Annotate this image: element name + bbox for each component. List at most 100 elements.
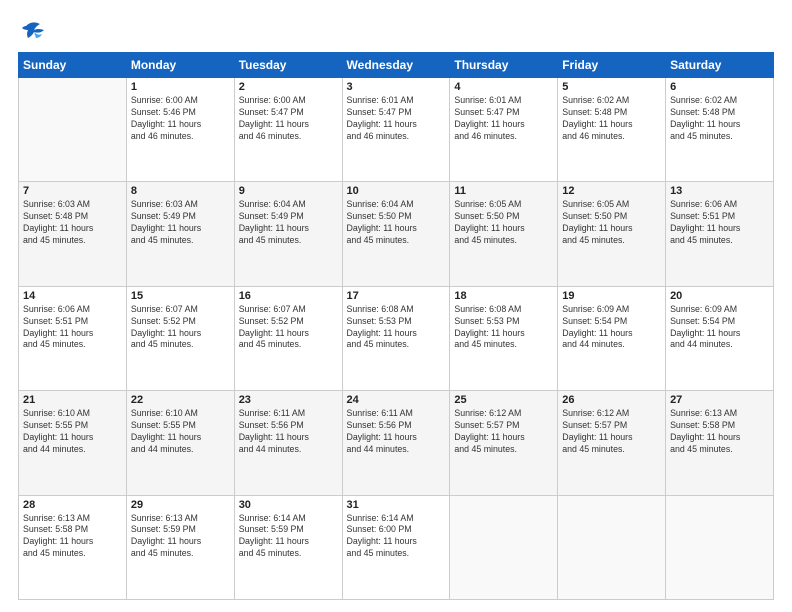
day-number: 16 (239, 290, 338, 302)
day-number: 28 (23, 499, 122, 511)
day-number: 30 (239, 499, 338, 511)
day-number: 20 (670, 290, 769, 302)
day-info: Sunrise: 6:08 AMSunset: 5:53 PMDaylight:… (454, 304, 553, 352)
calendar-cell: 29Sunrise: 6:13 AMSunset: 5:59 PMDayligh… (126, 495, 234, 599)
logo (18, 18, 52, 42)
day-number: 24 (347, 394, 446, 406)
day-info: Sunrise: 6:11 AMSunset: 5:56 PMDaylight:… (239, 408, 338, 456)
day-info: Sunrise: 6:05 AMSunset: 5:50 PMDaylight:… (454, 199, 553, 247)
calendar-cell: 1 Sunrise: 6:00 AMSunset: 5:46 PMDaylight… (126, 78, 234, 182)
day-number: 15 (131, 290, 230, 302)
header-day-saturday: Saturday (666, 53, 774, 78)
day-number: 27 (670, 394, 769, 406)
calendar-cell: 14 Sunrise: 6:06 AMSunset: 5:51 PMDayligh… (19, 286, 127, 390)
day-number: 5 (562, 81, 661, 93)
calendar-cell: 17 Sunrise: 6:08 AMSunset: 5:53 PMDayligh… (342, 286, 450, 390)
header (18, 18, 774, 42)
calendar-cell: 19 Sunrise: 6:09 AMSunset: 5:54 PMDayligh… (558, 286, 666, 390)
header-day-thursday: Thursday (450, 53, 558, 78)
day-info: Sunrise: 6:10 AMSunset: 5:55 PMDaylight:… (23, 408, 122, 456)
calendar-cell: 20 Sunrise: 6:09 AMSunset: 5:54 PMDayligh… (666, 286, 774, 390)
day-info: Sunrise: 6:03 AMSunset: 5:48 PMDaylight:… (23, 199, 122, 247)
day-info: Sunrise: 6:02 AMSunset: 5:48 PMDaylight:… (562, 95, 661, 143)
day-number: 13 (670, 185, 769, 197)
day-number: 10 (347, 185, 446, 197)
header-day-tuesday: Tuesday (234, 53, 342, 78)
day-number: 7 (23, 185, 122, 197)
calendar-cell: 15 Sunrise: 6:07 AMSunset: 5:52 PMDayligh… (126, 286, 234, 390)
day-number: 26 (562, 394, 661, 406)
day-info: Sunrise: 6:09 AMSunset: 5:54 PMDaylight:… (562, 304, 661, 352)
day-info: Sunrise: 6:13 AMSunset: 5:59 PMDaylight:… (131, 513, 230, 561)
calendar-cell (450, 495, 558, 599)
day-info: Sunrise: 6:10 AMSunset: 5:55 PMDaylight:… (131, 408, 230, 456)
day-number: 4 (454, 81, 553, 93)
day-number: 17 (347, 290, 446, 302)
calendar-cell: 25Sunrise: 6:12 AMSunset: 5:57 PMDayligh… (450, 391, 558, 495)
day-number: 9 (239, 185, 338, 197)
calendar-cell: 3 Sunrise: 6:01 AMSunset: 5:47 PMDaylight… (342, 78, 450, 182)
day-number: 31 (347, 499, 446, 511)
calendar-week-1: 1 Sunrise: 6:00 AMSunset: 5:46 PMDaylight… (19, 78, 774, 182)
day-info: Sunrise: 6:00 AMSunset: 5:47 PMDaylight:… (239, 95, 338, 143)
calendar-cell (558, 495, 666, 599)
calendar-cell: 2Sunrise: 6:00 AMSunset: 5:47 PMDaylight… (234, 78, 342, 182)
calendar-cell (666, 495, 774, 599)
calendar-cell: 5 Sunrise: 6:02 AMSunset: 5:48 PMDaylight… (558, 78, 666, 182)
day-info: Sunrise: 6:07 AMSunset: 5:52 PMDaylight:… (131, 304, 230, 352)
calendar-cell: 11Sunrise: 6:05 AMSunset: 5:50 PMDayligh… (450, 182, 558, 286)
day-info: Sunrise: 6:04 AMSunset: 5:49 PMDaylight:… (239, 199, 338, 247)
day-number: 19 (562, 290, 661, 302)
calendar-cell: 18 Sunrise: 6:08 AMSunset: 5:53 PMDayligh… (450, 286, 558, 390)
day-number: 23 (239, 394, 338, 406)
calendar-week-4: 21 Sunrise: 6:10 AMSunset: 5:55 PMDayligh… (19, 391, 774, 495)
day-number: 18 (454, 290, 553, 302)
calendar-week-3: 14 Sunrise: 6:06 AMSunset: 5:51 PMDayligh… (19, 286, 774, 390)
day-info: Sunrise: 6:03 AMSunset: 5:49 PMDaylight:… (131, 199, 230, 247)
day-number: 12 (562, 185, 661, 197)
day-info: Sunrise: 6:13 AMSunset: 5:58 PMDaylight:… (670, 408, 769, 456)
day-info: Sunrise: 6:01 AMSunset: 5:47 PMDaylight:… (454, 95, 553, 143)
calendar-cell: 10 Sunrise: 6:04 AMSunset: 5:50 PMDayligh… (342, 182, 450, 286)
day-info: Sunrise: 6:14 AMSunset: 6:00 PMDaylight:… (347, 513, 446, 561)
day-info: Sunrise: 6:04 AMSunset: 5:50 PMDaylight:… (347, 199, 446, 247)
calendar-cell: 12 Sunrise: 6:05 AMSunset: 5:50 PMDayligh… (558, 182, 666, 286)
day-number: 3 (347, 81, 446, 93)
day-info: Sunrise: 6:06 AMSunset: 5:51 PMDaylight:… (23, 304, 122, 352)
calendar-table: SundayMondayTuesdayWednesdayThursdayFrid… (18, 52, 774, 600)
calendar-cell: 21 Sunrise: 6:10 AMSunset: 5:55 PMDayligh… (19, 391, 127, 495)
page: SundayMondayTuesdayWednesdayThursdayFrid… (0, 0, 792, 612)
header-day-friday: Friday (558, 53, 666, 78)
day-info: Sunrise: 6:09 AMSunset: 5:54 PMDaylight:… (670, 304, 769, 352)
calendar-cell (19, 78, 127, 182)
calendar-cell: 22Sunrise: 6:10 AMSunset: 5:55 PMDayligh… (126, 391, 234, 495)
calendar-cell: 28 Sunrise: 6:13 AMSunset: 5:58 PMDayligh… (19, 495, 127, 599)
day-info: Sunrise: 6:06 AMSunset: 5:51 PMDaylight:… (670, 199, 769, 247)
calendar-cell: 7 Sunrise: 6:03 AMSunset: 5:48 PMDaylight… (19, 182, 127, 286)
calendar-cell: 13 Sunrise: 6:06 AMSunset: 5:51 PMDayligh… (666, 182, 774, 286)
day-info: Sunrise: 6:08 AMSunset: 5:53 PMDaylight:… (347, 304, 446, 352)
calendar-cell: 31 Sunrise: 6:14 AMSunset: 6:00 PMDayligh… (342, 495, 450, 599)
calendar-cell: 9 Sunrise: 6:04 AMSunset: 5:49 PMDaylight… (234, 182, 342, 286)
day-info: Sunrise: 6:13 AMSunset: 5:58 PMDaylight:… (23, 513, 122, 561)
calendar-week-2: 7 Sunrise: 6:03 AMSunset: 5:48 PMDaylight… (19, 182, 774, 286)
day-info: Sunrise: 6:00 AMSunset: 5:46 PMDaylight:… (131, 95, 230, 143)
day-info: Sunrise: 6:02 AMSunset: 5:48 PMDaylight:… (670, 95, 769, 143)
calendar-cell: 16Sunrise: 6:07 AMSunset: 5:52 PMDayligh… (234, 286, 342, 390)
header-row: SundayMondayTuesdayWednesdayThursdayFrid… (19, 53, 774, 78)
calendar-cell: 30 Sunrise: 6:14 AMSunset: 5:59 PMDayligh… (234, 495, 342, 599)
day-number: 14 (23, 290, 122, 302)
day-info: Sunrise: 6:01 AMSunset: 5:47 PMDaylight:… (347, 95, 446, 143)
day-number: 1 (131, 81, 230, 93)
calendar-cell: 26Sunrise: 6:12 AMSunset: 5:57 PMDayligh… (558, 391, 666, 495)
header-day-monday: Monday (126, 53, 234, 78)
day-number: 21 (23, 394, 122, 406)
day-info: Sunrise: 6:14 AMSunset: 5:59 PMDaylight:… (239, 513, 338, 561)
calendar-cell: 4 Sunrise: 6:01 AMSunset: 5:47 PMDaylight… (450, 78, 558, 182)
day-info: Sunrise: 6:11 AMSunset: 5:56 PMDaylight:… (347, 408, 446, 456)
day-info: Sunrise: 6:05 AMSunset: 5:50 PMDaylight:… (562, 199, 661, 247)
calendar-body: 1 Sunrise: 6:00 AMSunset: 5:46 PMDaylight… (19, 78, 774, 600)
calendar-cell: 27 Sunrise: 6:13 AMSunset: 5:58 PMDayligh… (666, 391, 774, 495)
day-number: 8 (131, 185, 230, 197)
calendar-cell: 8 Sunrise: 6:03 AMSunset: 5:49 PMDaylight… (126, 182, 234, 286)
